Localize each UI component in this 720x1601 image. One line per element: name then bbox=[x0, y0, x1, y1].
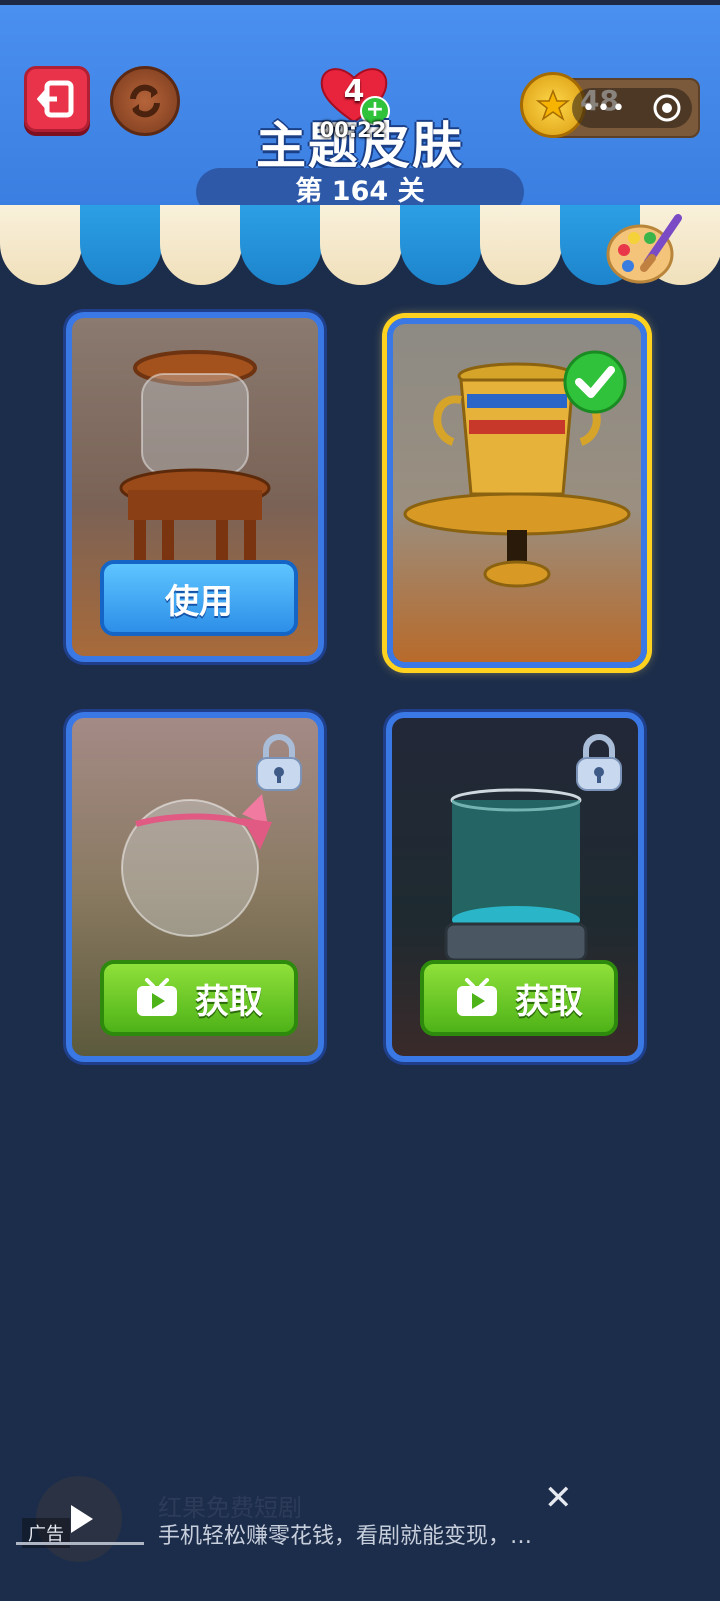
get-button-label: 获取 bbox=[195, 981, 263, 1022]
refresh-button[interactable] bbox=[110, 66, 180, 136]
get-button-label: 获取 bbox=[515, 981, 583, 1022]
get-button[interactable]: 获取 bbox=[100, 960, 298, 1036]
use-button[interactable]: 使用 bbox=[100, 560, 298, 636]
video-ad-icon bbox=[457, 978, 497, 1016]
skin-card-wooden-jar[interactable]: 使用 bbox=[66, 312, 324, 662]
selected-check-icon bbox=[563, 350, 627, 414]
close-target-icon[interactable] bbox=[652, 93, 682, 123]
mini-program-capsule[interactable]: ••• bbox=[572, 88, 692, 128]
lock-icon bbox=[256, 734, 302, 791]
lock-icon bbox=[576, 734, 622, 791]
more-dots-icon[interactable]: ••• bbox=[582, 96, 627, 121]
skin-card-glass-bowl[interactable]: 获取 bbox=[66, 712, 324, 1062]
use-button-label: 使用 bbox=[165, 581, 233, 622]
skin-card-teal-cylinder[interactable]: 获取 bbox=[386, 712, 644, 1062]
ad-description: 手机轻松赚零花钱，看剧就能变现，… bbox=[158, 1524, 533, 1549]
refresh-icon bbox=[130, 84, 160, 118]
exit-icon bbox=[37, 80, 74, 118]
skin-card-golden-trophy[interactable] bbox=[387, 318, 647, 668]
palette-button[interactable] bbox=[604, 210, 684, 290]
lives-timer: 00:22 bbox=[319, 118, 387, 142]
palette-icon bbox=[606, 214, 682, 284]
get-button[interactable]: 获取 bbox=[420, 960, 618, 1036]
video-ad-icon bbox=[137, 978, 177, 1016]
ad-banner[interactable]: 广告 红果免费短剧 手机轻松赚零花钱，看剧就能变现，… ✕ bbox=[0, 1460, 720, 1580]
close-icon[interactable]: ✕ bbox=[544, 1478, 573, 1518]
ad-progress-line bbox=[16, 1542, 144, 1545]
exit-button[interactable] bbox=[24, 66, 90, 132]
